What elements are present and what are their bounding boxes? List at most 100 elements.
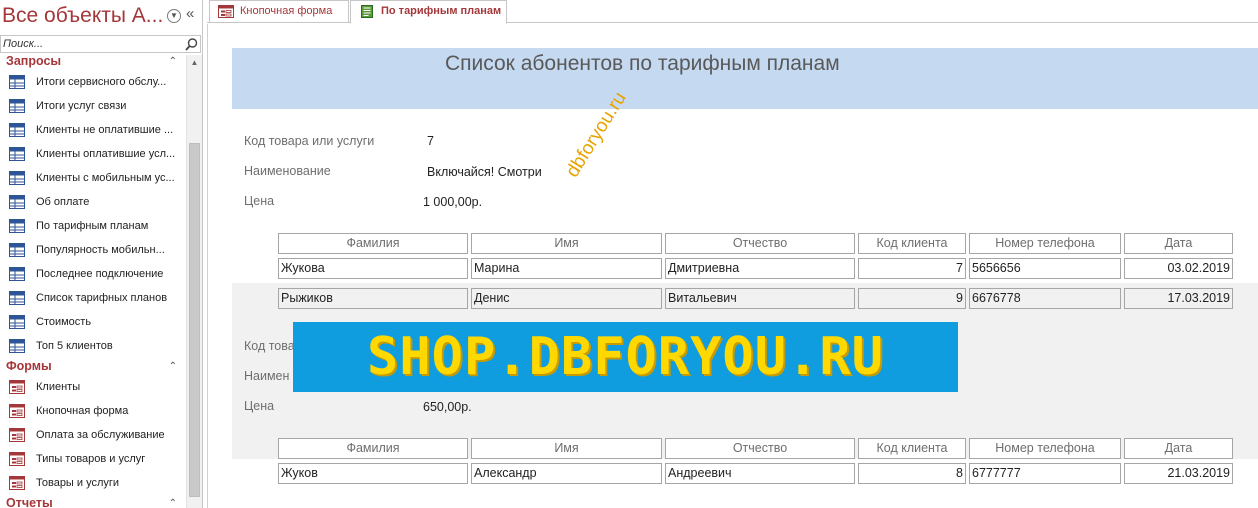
table-cell: Денис (471, 288, 662, 309)
group-label: Отчеты (6, 496, 53, 508)
label-product-code: Код товара или услуги (244, 134, 375, 148)
query-icon (9, 75, 25, 89)
nav-item-form[interactable]: Клиенты (0, 375, 187, 399)
nav-item-query[interactable]: Список тарифных планов (0, 286, 187, 310)
value-price: 650,00р. (423, 400, 472, 414)
nav-item-label: Кнопочная форма (36, 405, 129, 417)
scroll-up-arrow-icon[interactable]: ▲ (189, 57, 200, 69)
chevron-up-icon[interactable]: ⌃ (169, 54, 177, 70)
nav-item-query[interactable]: Популярность мобильн... (0, 238, 187, 262)
label-product-name: Наимен (244, 369, 290, 383)
group-label: Формы (6, 359, 52, 373)
column-header-first-name: Имя (471, 438, 662, 459)
table-cell: Жукова (278, 258, 468, 279)
query-icon (9, 195, 25, 209)
nav-item-label: Типы товаров и услуг (36, 453, 146, 465)
nav-item-query[interactable]: Итоги услуг связи (0, 94, 187, 118)
form-icon (9, 404, 25, 418)
label-price: Цена (244, 194, 275, 208)
table-cell: Андреевич (665, 463, 855, 484)
query-icon (9, 291, 25, 305)
scrollbar-thumb[interactable] (189, 143, 200, 497)
nav-item-label: По тарифным планам (36, 220, 149, 232)
nav-item-query[interactable]: По тарифным планам (0, 214, 187, 238)
nav-header: Все объекты A... ▼ « (0, 0, 202, 34)
table-cell: 5656656 (969, 258, 1121, 279)
nav-item-query[interactable]: Последнее подключение (0, 262, 187, 286)
nav-item-label: Топ 5 клиентов (36, 340, 113, 352)
column-header-client-code: Код клиента (858, 438, 966, 459)
nav-item-form[interactable]: Типы товаров и услуг (0, 447, 187, 471)
form-icon (9, 476, 25, 490)
tab-label: По тарифным планам (381, 5, 502, 17)
table-cell: 7 (858, 258, 966, 279)
chevron-up-icon[interactable]: ⌃ (169, 496, 177, 508)
query-icon (9, 243, 25, 257)
nav-item-form[interactable]: Товары и услуги (0, 471, 187, 495)
nav-item-query[interactable]: Клиенты с мобильным ус... (0, 166, 187, 190)
table-cell: 03.02.2019 (1124, 258, 1233, 279)
nav-item-label: Популярность мобильн... (36, 244, 165, 256)
value-price: 1 000,00р. (423, 195, 483, 209)
nav-item-query[interactable]: Топ 5 клиентов (0, 334, 187, 358)
query-icon (9, 315, 25, 329)
nav-item-label: Клиенты не оплатившие ... (36, 124, 174, 136)
table-cell: Жуков (278, 463, 468, 484)
nav-item-query[interactable]: Стоимость (0, 310, 187, 334)
search-icon[interactable] (184, 37, 199, 52)
nav-item-label: Последнее подключение (36, 268, 164, 280)
chevron-down-icon[interactable]: ▼ (167, 9, 181, 23)
nav-item-query[interactable]: Клиенты не оплатившие ... (0, 118, 187, 142)
nav-item-form[interactable]: Оплата за обслуживание (0, 423, 187, 447)
table-cell: Рыжиков (278, 288, 468, 309)
nav-item-label: Клиенты с мобильным ус... (36, 172, 175, 184)
table-cell: 21.03.2019 (1124, 463, 1233, 484)
form-icon (9, 380, 25, 394)
nav-item-form[interactable]: Кнопочная форма (0, 399, 187, 423)
table-cell: Александр (471, 463, 662, 484)
nav-item-label: Стоимость (36, 316, 92, 328)
group-header-queries[interactable]: Запросы ⌃ (0, 53, 187, 70)
nav-title[interactable]: Все объекты A... (2, 4, 163, 28)
column-header-phone: Номер телефона (969, 438, 1121, 459)
nav-item-query[interactable]: Об оплате (0, 190, 187, 214)
form-icon (218, 5, 234, 18)
column-header-last-name: Фамилия (278, 233, 468, 254)
column-header-date: Дата (1124, 438, 1233, 459)
query-icon (9, 99, 25, 113)
chevron-up-icon[interactable]: ⌃ (169, 359, 177, 375)
table-cell: 6777777 (969, 463, 1121, 484)
report-icon (361, 5, 373, 18)
nav-item-label: Клиенты оплатившие усл... (36, 148, 176, 160)
report-header-band: Список абонентов по тарифным планам (232, 48, 1258, 109)
table-cell: 9 (858, 288, 966, 309)
nav-item-label: Список тарифных планов (36, 292, 168, 304)
column-header-date: Дата (1124, 233, 1233, 254)
tab-label: Кнопочная форма (240, 5, 333, 17)
form-icon (9, 452, 25, 466)
table-cell: 6676778 (969, 288, 1121, 309)
label-price: Цена (244, 399, 275, 413)
query-icon (9, 147, 25, 161)
watermark-banner: SHOP.DBFORYOU.RU (293, 322, 958, 392)
search-input[interactable] (3, 37, 179, 51)
table-cell: 17.03.2019 (1124, 288, 1233, 309)
table-cell: Витальевич (665, 288, 855, 309)
label-product-name: Наименование (244, 164, 331, 178)
nav-scrollbar[interactable]: ▲ (186, 55, 202, 508)
group-header-reports[interactable]: Отчеты ⌃ (0, 495, 187, 508)
nav-item-query[interactable]: Клиенты оплатившие усл... (0, 142, 187, 166)
column-header-patronymic: Отчество (665, 438, 855, 459)
query-icon (9, 123, 25, 137)
nav-item-query[interactable]: Итоги сервисного обслу... (0, 70, 187, 94)
nav-item-label: Товары и услуги (36, 477, 120, 489)
tab-switchboard-form[interactable]: Кнопочная форма (209, 0, 349, 22)
group-header-forms[interactable]: Формы ⌃ (0, 358, 187, 375)
tab-tariff-plans-report[interactable]: По тарифным планам (350, 0, 507, 24)
document-tabs: Кнопочная форма По тарифным планам (207, 0, 1258, 24)
query-icon (9, 219, 25, 233)
column-header-first-name: Имя (471, 233, 662, 254)
nav-item-label: Об оплате (36, 196, 90, 208)
collapse-pane-icon[interactable]: « (186, 5, 194, 22)
table-cell: Дмитриевна (665, 258, 855, 279)
